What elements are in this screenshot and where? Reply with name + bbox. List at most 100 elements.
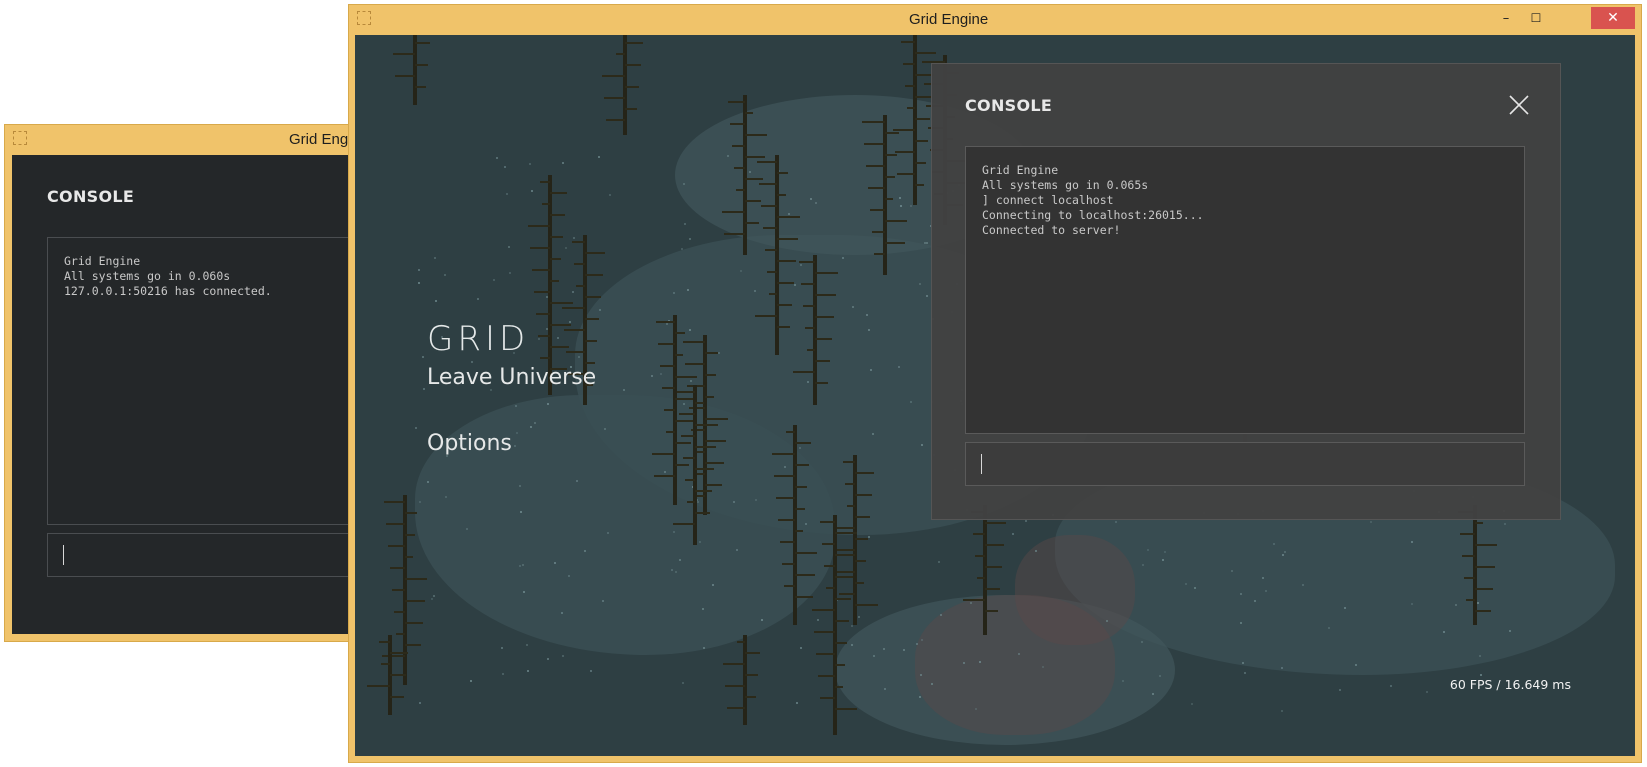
tree-branch <box>985 588 1000 590</box>
title-bar[interactable]: Grid Engine – ☐ ✕ <box>349 5 1641 33</box>
minimize-button[interactable]: – <box>1491 7 1521 29</box>
tree-branch <box>695 424 718 426</box>
tree-branch <box>822 543 835 545</box>
tree-branch <box>835 664 845 666</box>
console-input[interactable] <box>47 533 363 577</box>
ground-speck <box>423 388 425 390</box>
ground-speck <box>501 647 503 649</box>
game-logo: GRID <box>427 319 530 359</box>
tree-branch <box>784 585 795 587</box>
tree-branch <box>673 523 695 525</box>
ground-speck <box>919 283 921 285</box>
tree-branch <box>745 696 756 698</box>
tree-branch <box>835 576 853 578</box>
ground-speck <box>1191 703 1193 705</box>
game-window[interactable]: Grid Engine – ☐ ✕ GRID Leave Universe Op… <box>348 4 1642 763</box>
ground-speck <box>1115 521 1117 523</box>
tree-branch <box>727 707 745 709</box>
tree-branch <box>732 145 745 147</box>
tree-branch <box>394 611 405 613</box>
console-panel[interactable]: CONSOLE Grid Engine All systems go in 0.… <box>931 63 1561 520</box>
tree-branch <box>812 609 835 611</box>
tree-branch <box>777 216 800 218</box>
tree <box>1445 505 1505 625</box>
title-bar[interactable]: Grid Engine <box>5 125 368 153</box>
tree-branch <box>820 521 835 523</box>
tree-branch <box>835 598 851 600</box>
maximize-button[interactable]: ☐ <box>1521 7 1551 29</box>
server-console-window[interactable]: Grid Engine CONSOLE Grid Engine All syst… <box>4 124 368 642</box>
ground-speck <box>598 156 600 158</box>
tree-branch <box>824 565 835 567</box>
tree-branch <box>814 631 835 633</box>
tree-branch <box>660 365 675 367</box>
tree-branch <box>381 663 390 665</box>
tree-branch <box>805 327 815 329</box>
ground-speck <box>562 162 564 164</box>
tree-trunk <box>793 425 797 625</box>
ground-speck <box>910 401 912 403</box>
ground-speck <box>682 682 684 684</box>
ground-speck <box>623 389 625 391</box>
tree-branch <box>862 121 885 123</box>
tree-branch <box>1475 588 1493 590</box>
ground-speck <box>527 670 529 672</box>
tree-trunk <box>883 115 887 275</box>
log-line: Connected to server! <box>982 223 1121 237</box>
tree-branch <box>722 211 745 213</box>
ground-speck <box>466 528 468 530</box>
tree-branch <box>695 468 714 470</box>
log-line: Connecting to localhost:26015... <box>982 208 1204 222</box>
ground-speck <box>702 608 704 610</box>
close-button[interactable]: ✕ <box>1591 7 1635 29</box>
tree-branch <box>845 483 855 485</box>
tree-branch <box>538 335 550 337</box>
ground-speck <box>1141 641 1143 643</box>
ground-speck <box>493 279 495 281</box>
tree-branch <box>602 75 625 77</box>
tree-branch <box>777 194 786 196</box>
ground-speck <box>1106 620 1108 622</box>
tree-branch <box>780 541 795 543</box>
ground-speck <box>963 662 965 664</box>
tree-branch <box>384 501 405 503</box>
ground-speck <box>1122 680 1124 682</box>
ground-speck <box>736 549 738 551</box>
tree-branch <box>816 653 835 655</box>
ground-speck <box>561 612 563 614</box>
tree-branch <box>774 475 795 477</box>
ground-speck <box>920 674 922 676</box>
ground-speck <box>418 269 420 271</box>
tree-branch <box>675 332 685 334</box>
ground-speck <box>755 499 757 501</box>
tree-branch <box>977 577 985 579</box>
ground-speck <box>1328 627 1330 629</box>
ground-speck <box>1411 603 1413 605</box>
ground-speck <box>1240 622 1242 624</box>
menu-options[interactable]: Options <box>427 431 512 456</box>
ground-speck <box>547 658 549 660</box>
ground-speck <box>1035 550 1037 552</box>
tree-branch <box>905 85 915 87</box>
tree-branch <box>532 269 550 271</box>
tree-branch <box>540 357 550 359</box>
tree-branch <box>835 708 857 710</box>
tree-branch <box>606 119 625 121</box>
ground-speck <box>872 433 874 435</box>
tree-branch <box>685 363 705 365</box>
ground-speck <box>1411 541 1413 543</box>
ground-speck <box>1025 520 1027 522</box>
menu-leave-universe[interactable]: Leave Universe <box>427 365 596 390</box>
ground-speck <box>584 550 586 552</box>
game-viewport[interactable]: GRID Leave Universe Options CONSOLE Grid… <box>355 35 1635 756</box>
console-input[interactable] <box>965 442 1525 486</box>
tree-trunk <box>693 385 697 545</box>
tree-branch <box>985 566 1002 568</box>
tree-branch <box>393 53 415 55</box>
close-icon[interactable] <box>1508 94 1530 116</box>
ground-speck <box>975 708 977 710</box>
tree-branch <box>870 209 885 211</box>
ground-speck <box>519 565 521 567</box>
tree-branch <box>885 154 897 156</box>
tree-branch <box>1475 544 1497 546</box>
